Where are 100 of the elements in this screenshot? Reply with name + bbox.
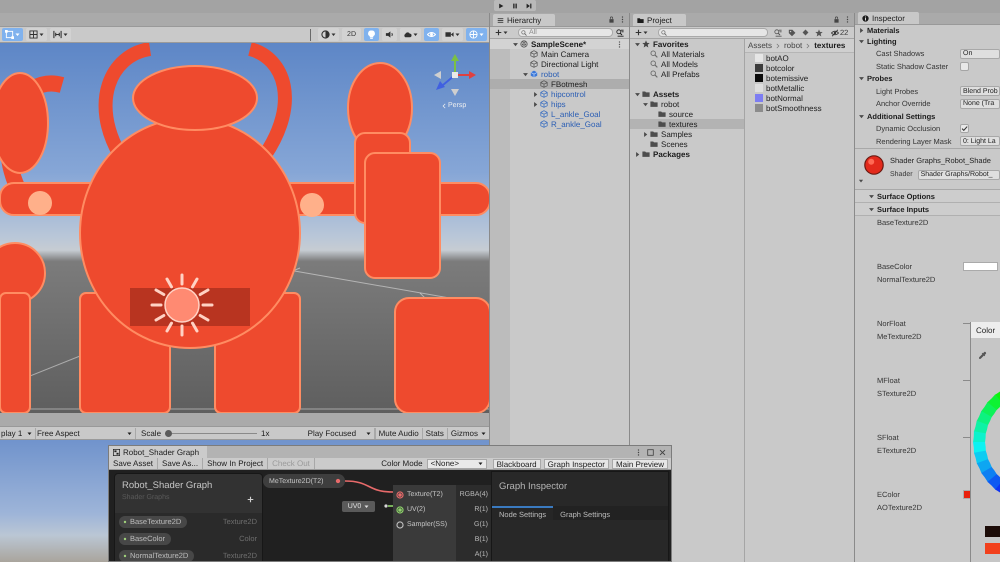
asset-item[interactable]: botAO: [745, 53, 854, 63]
caret-right-icon[interactable]: [532, 100, 539, 108]
toggle-button[interactable]: Stats: [422, 428, 447, 438]
caret-down-icon[interactable]: [634, 90, 641, 98]
eyedropper-icon[interactable]: [978, 350, 987, 360]
breadcrumb-item[interactable]: Assets: [748, 41, 772, 50]
increment-snap-button[interactable]: [50, 28, 71, 41]
checkbox[interactable]: [960, 124, 969, 134]
asset-item[interactable]: botSmoothness: [745, 103, 854, 113]
caret-icon: [455, 32, 460, 37]
axis-gizmo-icon[interactable]: [433, 53, 477, 97]
display-dropdown[interactable]: play 1: [0, 428, 36, 438]
project-tree-item[interactable]: Packages: [630, 149, 744, 159]
snap-icon: [53, 30, 62, 39]
cloud-icon: [403, 30, 412, 39]
kebab-menu-icon[interactable]: [616, 40, 623, 48]
hierarchy-tab[interactable]: Hierarchy: [493, 14, 556, 26]
eye-slash-icon: [831, 28, 839, 36]
chevron-left-icon: [441, 102, 447, 108]
cube-icon: [540, 100, 548, 108]
project-tree-item[interactable]: Samples: [630, 129, 744, 139]
effects-button[interactable]: [400, 28, 421, 41]
project-tab[interactable]: Project: [633, 14, 686, 26]
hierarchy-item[interactable]: FBotmesh: [490, 79, 629, 89]
star-icon[interactable]: [815, 28, 823, 36]
caret-down-icon[interactable]: [642, 100, 649, 108]
lighting-toggle[interactable]: [364, 28, 379, 41]
hierarchy-item[interactable]: robot: [490, 69, 629, 79]
asset-item[interactable]: botcolor: [745, 63, 854, 73]
color-swatch[interactable]: [985, 543, 1000, 554]
gizmos-dropdown[interactable]: Gizmos: [446, 428, 489, 438]
color-swatch[interactable]: [985, 526, 1000, 537]
aspect-dropdown[interactable]: Free Aspect: [36, 428, 136, 438]
lock-icon[interactable]: [833, 16, 840, 23]
maximize-icon[interactable]: [647, 448, 654, 456]
connection-wire[interactable]: [344, 480, 394, 493]
draw-mode-button[interactable]: [318, 28, 340, 41]
diamond-icon[interactable]: [802, 29, 809, 36]
breadcrumb-item[interactable]: textures: [814, 41, 846, 50]
kebab-menu-icon[interactable]: [844, 16, 851, 23]
color-mode-dropdown[interactable]: <None>: [426, 458, 487, 468]
caret-right-icon[interactable]: [634, 150, 641, 158]
shader-graph-tab[interactable]: Robot_Shader Graph: [109, 446, 208, 458]
scale-slider-track[interactable]: [165, 430, 258, 436]
create-button[interactable]: [633, 28, 650, 38]
folder-icon: [637, 16, 644, 24]
project-tree-item[interactable]: All Models: [630, 59, 744, 69]
project-tree-item[interactable]: All Prefabs: [630, 69, 744, 79]
breadcrumb-item[interactable]: robot: [784, 41, 802, 50]
toolbar-button[interactable]: Save As...: [158, 458, 204, 469]
caret-down-icon[interactable]: [858, 178, 864, 184]
cube-icon: [540, 120, 548, 128]
grid-snapping-button[interactable]: [26, 28, 47, 41]
hierarchy-item[interactable]: Directional Light: [490, 59, 629, 69]
hierarchy-item[interactable]: hips: [490, 99, 629, 109]
hierarchy-item[interactable]: SampleScene*: [490, 39, 629, 49]
kebab-menu-icon[interactable]: [635, 448, 642, 456]
search-field[interactable]: [658, 28, 768, 37]
close-icon[interactable]: [659, 448, 666, 456]
caret-icon: [331, 32, 336, 37]
checkbox[interactable]: [960, 62, 969, 71]
create-button[interactable]: [493, 28, 510, 38]
search-filter-icon[interactable]: [774, 28, 782, 36]
project-tree-item[interactable]: All Materials: [630, 49, 744, 59]
tag-icon[interactable]: [788, 28, 796, 36]
hierarchy-item[interactable]: L_ankle_Goal: [490, 109, 629, 119]
hierarchy-item[interactable]: R_ankle_Goal: [490, 119, 629, 129]
hierarchy-item[interactable]: Main Camera: [490, 49, 629, 59]
asset-item[interactable]: botemissive: [745, 73, 854, 83]
color-field[interactable]: [963, 262, 998, 271]
material-sphere-icon: [864, 154, 884, 174]
dot-icon: [123, 536, 127, 540]
panel-toggle-button[interactable]: Blackboard: [492, 458, 541, 468]
project-tree-item[interactable]: Scenes: [630, 139, 744, 149]
toggle-button[interactable]: Mute Audio: [374, 428, 422, 438]
project-tree-item[interactable]: textures: [630, 119, 744, 129]
grid-icon: [29, 30, 38, 39]
inspector-tab[interactable]: Inspector: [858, 12, 919, 24]
toolbar-button[interactable]: Show In Project: [203, 458, 268, 469]
visibility-toggle[interactable]: [424, 28, 439, 41]
slider-thumb[interactable]: [165, 430, 172, 436]
project-tree-item[interactable]: robot: [630, 99, 744, 109]
audio-toggle[interactable]: [382, 28, 397, 41]
asset-item[interactable]: botMetallic: [745, 83, 854, 93]
kebab-menu-icon[interactable]: [619, 16, 626, 23]
project-tree-item[interactable]: source: [630, 109, 744, 119]
asset-item[interactable]: botNormal: [745, 93, 854, 103]
search-filter-icon[interactable]: [616, 28, 624, 36]
lock-icon[interactable]: [608, 16, 615, 23]
search-icon: [650, 60, 658, 68]
project-tree-item[interactable]: Favorites: [630, 39, 744, 49]
project-tree-item[interactable]: Assets: [630, 89, 744, 99]
hierarchy-item[interactable]: hipcontrol: [490, 89, 629, 99]
toolbar-button[interactable]: Save Asset: [109, 458, 158, 469]
play-mode-dropdown[interactable]: Play Focused: [306, 428, 375, 438]
plus-icon[interactable]: [247, 496, 254, 503]
panel-toggle-button[interactable]: Main Preview: [612, 458, 668, 468]
light-gizmo-icon[interactable]: [148, 271, 216, 339]
panel-toggle-button[interactable]: Graph Inspector: [544, 458, 609, 468]
camera-button[interactable]: [442, 28, 463, 41]
